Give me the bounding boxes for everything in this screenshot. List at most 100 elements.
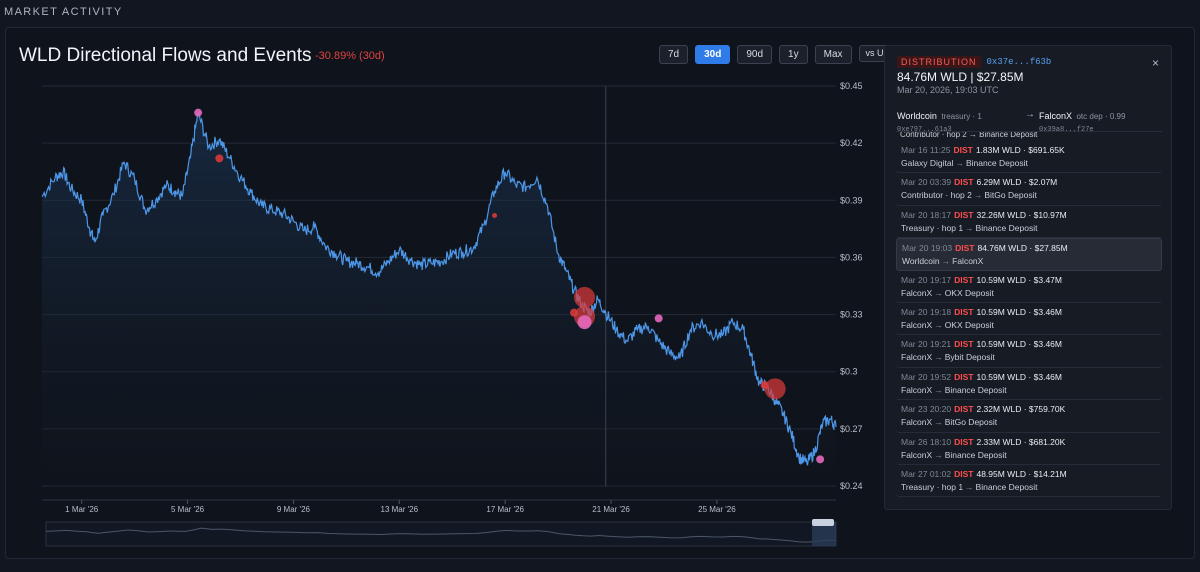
- event-summary: Mar 20 19:18 DIST 10.59M WLD · $3.46M: [901, 307, 1157, 317]
- list-item[interactable]: Mar 20 19:03 DIST 84.76M WLD · $27.85M Worl…: [896, 238, 1162, 271]
- arrow-right-icon: →: [934, 287, 943, 298]
- event-amount: 2.32M WLD · $759.70K: [976, 404, 1066, 415]
- source-role: treasury · 1: [941, 112, 982, 121]
- event-summary: Mar 20 18:17 DIST 32.26M WLD · $10.97M: [901, 210, 1157, 220]
- event-to: Bybit Deposit: [944, 352, 995, 363]
- price-area-fill: [42, 112, 836, 486]
- event-route: Worldcoin → FalconX: [902, 256, 1156, 266]
- arrow-right-icon: →: [934, 319, 943, 330]
- event-route: Contributor · hop 2 → BitGo Deposit: [901, 190, 1157, 200]
- list-item[interactable]: Mar 20 18:17 DIST 32.26M WLD · $10.97M Trea…: [896, 206, 1162, 239]
- y-tick-label: $0.3: [840, 367, 858, 377]
- arrow-right-icon: →: [1025, 109, 1035, 120]
- event-marker: [194, 108, 203, 117]
- event-time: Mar 20 18:17: [901, 209, 952, 220]
- event-time: Mar 20 19:17: [901, 274, 952, 285]
- event-amount: 84.76M WLD · $27.85M: [977, 243, 1068, 254]
- event-summary: Mar 20 19:21 DIST 10.59M WLD · $3.46M: [901, 339, 1157, 349]
- event-marker: [492, 213, 498, 219]
- detail-amount: 84.76M WLD | $27.85M: [897, 70, 1024, 84]
- list-item[interactable]: Mar 20 19:52 DIST 10.59M WLD · $3.46M Falco…: [896, 368, 1162, 401]
- event-tag: DIST: [954, 274, 974, 285]
- destination-name: FalconX: [1039, 111, 1073, 121]
- event-from: FalconX: [901, 287, 933, 298]
- flow-destination[interactable]: FalconX otc dep · 0.99 0x39a8...f27e: [1039, 106, 1125, 134]
- event-detail-panel: DISTRIBUTION 0x37e...f63b × 84.76M WLD |…: [884, 45, 1172, 510]
- list-item[interactable]: Mar 20 19:17 DIST 10.59M WLD · $3.47M Falco…: [896, 271, 1162, 303]
- event-route: Treasury · hop 1 → Binance Deposit: [901, 482, 1157, 492]
- y-tick-label: $0.24: [840, 481, 863, 491]
- event-route: FalconX → OKX Deposit: [901, 320, 1157, 330]
- distribution-badge: DISTRIBUTION: [897, 56, 981, 68]
- event-amount: 2.33M WLD · $681.20K: [976, 436, 1066, 447]
- event-amount: 32.26M WLD · $10.97M: [976, 209, 1067, 220]
- event-tag: DIST: [953, 145, 973, 155]
- arrow-right-icon: →: [941, 256, 951, 267]
- arrow-right-icon: →: [934, 417, 943, 428]
- event-from: Contributor · hop 2: [901, 190, 972, 201]
- event-summary: Mar 26 18:10 DIST 2.33M WLD · $681.20K: [901, 437, 1157, 447]
- event-amount: 10.59M WLD · $3.46M: [976, 371, 1062, 382]
- list-item[interactable]: Mar 23 20:20 DIST 2.32M WLD · $759.70K Falc…: [896, 400, 1162, 433]
- event-to: OKX Deposit: [944, 319, 994, 330]
- event-amount: 10.59M WLD · $3.46M: [976, 306, 1062, 317]
- list-item[interactable]: Mar 27 01:02 DIST 48.95M WLD · $14.21M Trea…: [896, 465, 1162, 498]
- event-time: Mar 16 11:25: [901, 145, 951, 155]
- event-list[interactable]: Contributor · hop 2 → Binance Deposit Ma…: [896, 131, 1162, 503]
- y-tick-label: $0.27: [840, 424, 863, 434]
- event-tag: DIST: [954, 371, 974, 382]
- event-to: Binance Deposit: [975, 481, 1038, 492]
- event-amount: 6.29M WLD · $2.07M: [976, 177, 1058, 188]
- close-icon[interactable]: ×: [1152, 56, 1159, 70]
- event-route: FalconX → BitGo Deposit: [901, 417, 1157, 427]
- flow-source[interactable]: Worldcoin treasury · 1 0xe797...61a3: [897, 106, 982, 134]
- event-to: Binance Deposit: [975, 222, 1038, 233]
- event-time: Mar 26 18:10: [901, 436, 952, 447]
- list-item[interactable]: Mar 20 19:21 DIST 10.59M WLD · $3.46M Falco…: [896, 335, 1162, 368]
- event-from: Worldcoin: [902, 256, 940, 267]
- x-tick-label: 5 Mar '26: [171, 505, 205, 514]
- event-amount: 10.59M WLD · $3.47M: [976, 274, 1062, 285]
- event-time: Mar 23 20:20: [901, 404, 952, 415]
- list-item[interactable]: Mar 20 19:18 DIST 10.59M WLD · $3.46M Falco…: [896, 303, 1162, 336]
- x-tick-label: 13 Mar '26: [381, 505, 419, 514]
- list-item[interactable]: Mar 26 18:10 DIST 2.33M WLD · $681.20K Falc…: [896, 433, 1162, 465]
- event-marker: [816, 455, 825, 464]
- navigator-handle: [812, 519, 834, 526]
- x-tick-label: 17 Mar '26: [486, 505, 524, 514]
- x-tick-label: 21 Mar '26: [592, 505, 630, 514]
- arrow-right-icon: →: [934, 352, 943, 363]
- event-summary: Mar 23 20:20 DIST 2.32M WLD · $759.70K: [901, 404, 1157, 414]
- event-marker: [577, 315, 592, 330]
- x-tick-label: 9 Mar '26: [277, 505, 311, 514]
- event-summary: Mar 20 19:03 DIST 84.76M WLD · $27.85M: [902, 243, 1156, 253]
- event-summary: Mar 20 19:17 DIST 10.59M WLD · $3.47M: [901, 275, 1157, 285]
- event-from: Treasury · hop 1: [901, 222, 964, 233]
- event-tag: DIST: [954, 177, 974, 188]
- tx-address-link[interactable]: 0x37e...f63b: [987, 57, 1052, 67]
- event-tag: DIST: [954, 436, 974, 447]
- destination-role: otc dep · 0.99: [1076, 112, 1126, 121]
- event-marker: [764, 378, 786, 400]
- list-item[interactable]: Mar 20 03:39 DIST 6.29M WLD · $2.07M Contri…: [896, 173, 1162, 206]
- event-from: FalconX: [901, 417, 933, 428]
- arrow-right-icon: →: [934, 384, 943, 395]
- event-time: Mar 20 19:18: [901, 306, 952, 317]
- event-from: Treasury · hop 1: [901, 481, 964, 492]
- y-tick-label: $0.42: [840, 138, 863, 148]
- event-marker: [654, 314, 663, 323]
- event-tag: DIST: [954, 468, 974, 479]
- event-summary: Mar 16 11:25 DIST 1.83M WLD · $691.65K: [901, 145, 1157, 155]
- y-tick-label: $0.39: [840, 195, 863, 205]
- event-tag: DIST: [954, 306, 974, 317]
- event-from: FalconX: [901, 449, 933, 460]
- y-axis: $0.45 $0.42 $0.39 $0.36 $0.33 $0.3 $0.27 $0.24: [840, 81, 863, 491]
- range-navigator[interactable]: [45, 519, 837, 547]
- arrow-right-icon: →: [965, 481, 974, 492]
- event-to: Binance Deposit: [944, 384, 1007, 395]
- event-route: FalconX → Bybit Deposit: [901, 352, 1157, 362]
- event-to: BitGo Deposit: [984, 190, 1037, 201]
- event-amount: 48.95M WLD · $14.21M: [976, 468, 1067, 479]
- list-item[interactable]: Mar 16 11:25 DIST 1.83M WLD · $691.65K Gala…: [896, 141, 1162, 174]
- event-to: Binance Deposit: [965, 158, 1028, 168]
